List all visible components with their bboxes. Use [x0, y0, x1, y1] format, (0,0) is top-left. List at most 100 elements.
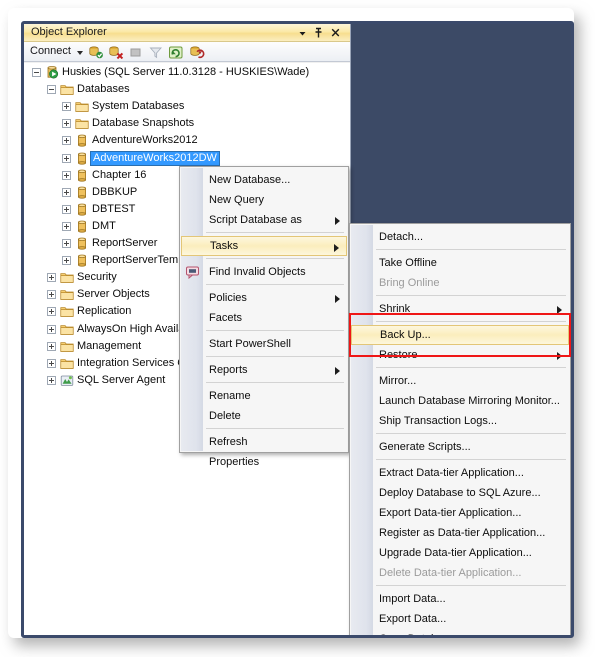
expand-icon[interactable] [47, 358, 56, 368]
menu-item[interactable]: Delete [181, 406, 347, 426]
menu-item-label: Reports [209, 364, 248, 376]
menu-item[interactable]: Extract Data-tier Application... [351, 463, 569, 483]
database-icon [75, 152, 89, 165]
tree-node[interactable]: AdventureWorks2012DW [62, 150, 350, 167]
menu-item[interactable]: Rename [181, 386, 347, 406]
menu-separator [206, 232, 344, 233]
menu-item[interactable]: Register as Data-tier Application... [351, 523, 569, 543]
menu-item[interactable]: New Query [181, 190, 347, 210]
menu-item[interactable]: Generate Scripts... [351, 437, 569, 457]
expand-icon[interactable] [62, 204, 71, 214]
menu-separator [376, 321, 566, 322]
menu-item-label: Shrink [379, 303, 411, 315]
tree-node[interactable]: AdventureWorks2012 [62, 132, 350, 149]
database-icon [75, 237, 89, 250]
menu-item[interactable]: Reports [181, 360, 347, 380]
tree-node[interactable]: Databases [47, 81, 350, 98]
tree-node-label: DBTEST [92, 202, 136, 215]
menu-item[interactable]: Copy Database... [351, 629, 569, 635]
expand-icon[interactable] [62, 102, 71, 112]
menu-item-label: Find Invalid Objects [209, 266, 306, 278]
disconnect-object-explorer-icon[interactable] [108, 45, 124, 60]
menu-item[interactable]: Ship Transaction Logs... [351, 411, 569, 431]
menu-separator [206, 258, 344, 259]
menu-item-label: Tasks [210, 240, 239, 252]
sync-with-editor-icon[interactable] [189, 45, 205, 60]
close-icon[interactable] [329, 26, 342, 40]
folder-icon [60, 288, 74, 301]
menu-item[interactable]: Script Database as [181, 210, 347, 230]
menu-separator [376, 295, 566, 296]
tree-node-label: Replication [77, 305, 132, 318]
connect-button[interactable]: Connect [30, 45, 71, 57]
window-shadow-frame: Object Explorer Connect Huskies (SQL Ser… [8, 8, 574, 638]
expand-icon[interactable] [62, 153, 71, 163]
menu-item: Bring Online [351, 273, 569, 293]
menu-item[interactable]: Deploy Database to SQL Azure... [351, 483, 569, 503]
expand-icon[interactable] [62, 170, 71, 180]
expand-icon[interactable] [62, 239, 71, 248]
database-icon [75, 134, 89, 147]
menu-separator [376, 367, 566, 368]
expand-icon[interactable] [47, 307, 56, 317]
expand-icon[interactable] [47, 324, 56, 334]
tree-node[interactable]: Huskies (SQL Server 11.0.3128 - HUSKIES\… [32, 64, 350, 81]
chevron-down-icon[interactable] [77, 51, 83, 55]
pin-icon[interactable] [312, 26, 325, 40]
expand-icon[interactable] [62, 256, 71, 266]
connect-object-explorer-icon[interactable] [88, 45, 104, 60]
menu-item-label: Upgrade Data-tier Application... [379, 547, 532, 559]
tree-node[interactable]: Database Snapshots [62, 115, 350, 132]
menu-item[interactable]: Import Data... [351, 589, 569, 609]
menu-item[interactable]: Find Invalid Objects [181, 262, 347, 282]
menu-item[interactable]: New Database... [181, 170, 347, 190]
menu-item[interactable]: Shrink [351, 299, 569, 319]
expand-icon[interactable] [62, 221, 71, 231]
menu-item-label: New Query [209, 194, 265, 206]
menu-item[interactable]: Upgrade Data-tier Application... [351, 543, 569, 563]
menu-item[interactable]: Back Up... [351, 325, 569, 345]
expand-icon[interactable] [62, 136, 71, 146]
database-icon [75, 203, 89, 216]
panel-title: Object Explorer [31, 26, 107, 38]
menu-item[interactable]: Export Data-tier Application... [351, 503, 569, 523]
tree-node-label: Databases [77, 83, 130, 96]
refresh-icon[interactable] [168, 45, 184, 60]
expand-icon[interactable] [62, 187, 71, 197]
menu-item[interactable]: Mirror... [351, 371, 569, 391]
expand-icon[interactable] [47, 290, 56, 300]
menu-item[interactable]: Policies [181, 288, 347, 308]
expand-icon[interactable] [47, 341, 56, 351]
collapse-icon[interactable] [47, 85, 56, 95]
tree-node[interactable]: System Databases [62, 98, 350, 115]
tree-node-label: Chapter 16 [92, 168, 147, 181]
filter-icon [148, 45, 164, 60]
menu-item[interactable]: Take Offline [351, 253, 569, 273]
menu-item[interactable]: Start PowerShell [181, 334, 347, 354]
menu-item[interactable]: Properties [181, 452, 347, 472]
menu-item[interactable]: Refresh [181, 432, 347, 452]
agent-icon [60, 374, 74, 387]
expand-icon[interactable] [47, 375, 56, 385]
dropdown-icon[interactable] [296, 26, 309, 40]
menu-separator [206, 330, 344, 331]
tree-node-label: Huskies (SQL Server 11.0.3128 - HUSKIES\… [62, 66, 310, 78]
folder-icon [60, 323, 74, 336]
ssms-window: Object Explorer Connect Huskies (SQL Ser… [21, 21, 574, 638]
find-invalid-objects-icon [185, 265, 201, 280]
menu-item[interactable]: Restore [351, 345, 569, 365]
menu-item-label: Deploy Database to SQL Azure... [379, 487, 541, 499]
tasks-submenu[interactable]: Detach... Take Offline Bring Online Shrink B… [349, 223, 571, 635]
menu-item[interactable]: Facets [181, 308, 347, 328]
menu-item-label: Mirror... [379, 375, 417, 387]
menu-item[interactable]: Detach... [351, 227, 569, 247]
menu-item[interactable]: Tasks [181, 236, 347, 256]
collapse-icon[interactable] [32, 68, 41, 77]
object-explorer-titlebar[interactable]: Object Explorer [24, 24, 350, 42]
menu-item[interactable]: Export Data... [351, 609, 569, 629]
menu-item[interactable]: Launch Database Mirroring Monitor... [351, 391, 569, 411]
tree-node-label: Management [77, 339, 142, 352]
expand-icon[interactable] [62, 119, 71, 129]
expand-icon[interactable] [47, 273, 56, 283]
database-context-menu[interactable]: New Database... New Query Script Database … [179, 166, 349, 468]
